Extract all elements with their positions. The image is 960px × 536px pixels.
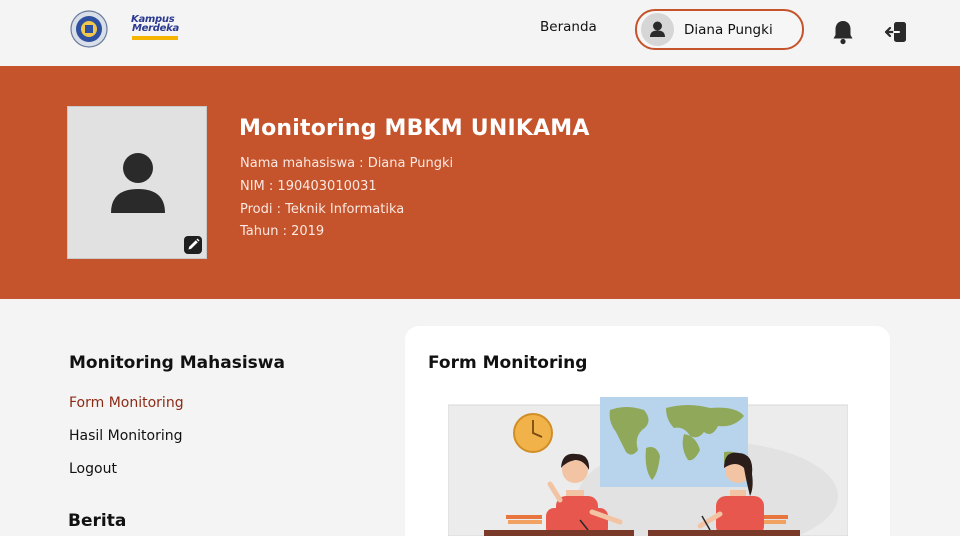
- university-logo[interactable]: [69, 10, 109, 48]
- user-name: Diana Pungki: [684, 22, 773, 38]
- student-prodi: Prodi : Teknik Informatika: [240, 202, 405, 217]
- nav-link-beranda[interactable]: Beranda: [540, 19, 597, 35]
- logo-text-line2: Merdeka: [132, 23, 179, 34]
- classroom-illustration: [447, 396, 849, 536]
- pencil-icon[interactable]: [184, 236, 202, 254]
- top-navbar: Kampus Merdeka Beranda Diana Pungki: [0, 0, 960, 66]
- profile-banner: Monitoring MBKM UNIKAMA Nama mahasiswa :…: [0, 66, 960, 299]
- user-icon: [641, 13, 674, 46]
- form-monitoring-card: Form Monitoring: [405, 326, 890, 536]
- user-menu-button[interactable]: Diana Pungki: [635, 9, 804, 50]
- profile-placeholder-icon: [108, 151, 168, 217]
- student-year: Tahun : 2019: [240, 224, 325, 239]
- sidebar-link-form-monitoring[interactable]: Form Monitoring: [69, 395, 184, 411]
- sidebar-link-logout[interactable]: Logout: [69, 461, 117, 477]
- bell-icon[interactable]: [832, 19, 854, 45]
- sidebar-link-hasil-monitoring[interactable]: Hasil Monitoring: [69, 428, 183, 444]
- logo-stripe: [132, 36, 178, 40]
- profile-photo: [67, 106, 207, 259]
- sidebar-title: Monitoring Mahasiswa: [69, 353, 285, 373]
- card-title: Form Monitoring: [428, 353, 588, 373]
- kampus-merdeka-logo[interactable]: Kampus Merdeka: [129, 14, 181, 44]
- student-name: Nama mahasiswa : Diana Pungki: [240, 156, 454, 171]
- student-nim: NIM : 190403010031: [240, 179, 377, 194]
- page-title: Monitoring MBKM UNIKAMA: [239, 116, 590, 141]
- news-title: Berita: [68, 511, 127, 531]
- logout-icon[interactable]: [884, 20, 908, 44]
